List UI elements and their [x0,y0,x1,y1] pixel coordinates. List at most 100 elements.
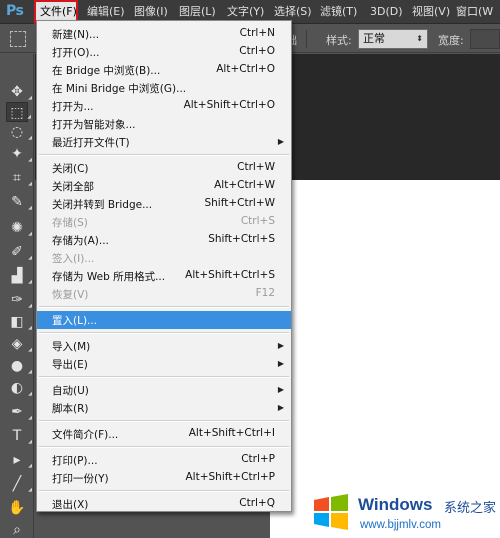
file-menu-item[interactable]: 自动(U) ▶ [37,381,291,399]
watermark-subtitle: 系统之家 [444,501,497,516]
brush-tool-icon[interactable]: ✐ ◢ [6,242,32,262]
blur-tool-icon[interactable]: ● ◢ [6,356,32,376]
tool-glyph: ✺ [11,220,23,236]
updown-arrow-icon: ⬍ [416,34,423,43]
file-menu-item[interactable]: 置入(L)... [37,311,291,329]
menu-separator [39,154,289,156]
menu-item[interactable]: 窗口(W [452,0,500,24]
eraser-tool-icon[interactable]: ◧ ◢ [6,312,32,332]
menu-separator [39,306,289,308]
tool-glyph: ⌕ [13,522,21,538]
spot-healing-tool-icon[interactable]: ✺ ◢ [6,218,32,238]
zoom-tool-icon[interactable]: ⌕ [6,520,28,538]
menu-item-label: 打印一份(Y) [52,473,109,485]
tool-group-corner-icon: ◢ [28,369,32,375]
path-selection-tool-icon[interactable]: ▸ ◢ [6,450,32,470]
file-menu-item[interactable]: 最近打开文件(T) ▶ [37,133,291,151]
menu-item-shortcut: Alt+Shift+Ctrl+S [185,269,275,281]
menu-item-label: 退出(X) [52,499,89,511]
tool-group-corner-icon: ◢ [28,95,32,101]
line-tool-icon[interactable]: ╱ ◢ [6,474,32,494]
file-menu-item[interactable]: 关闭并转到 Bridge... Shift+Ctrl+W [37,195,291,213]
tool-group-corner-icon: ◢ [27,114,31,120]
menu-item-label: 自动(U) [52,385,89,397]
tool-group-corner-icon: ◢ [28,255,32,261]
move-tool-icon[interactable]: ✥ ◢ [6,82,32,102]
file-menu-item[interactable]: 在 Mini Bridge 中浏览(G)... [37,79,291,97]
menu-item[interactable]: 滤镜(T) [316,0,362,24]
file-menu-item[interactable]: 关闭全部 Alt+Ctrl+W [37,177,291,195]
file-menu-item[interactable]: 文件简介(F)... Alt+Shift+Ctrl+I [37,425,291,443]
file-menu-item[interactable]: 打印一份(Y) Alt+Shift+Ctrl+P [37,469,291,487]
history-brush-tool-icon[interactable]: ✑ ◢ [6,290,32,310]
watermark: Windows 系统之家 www.bjjmlv.com [310,490,500,538]
quick-selection-tool-icon[interactable]: ✦ ◢ [6,144,32,164]
menu-item-shortcut: Alt+Shift+Ctrl+I [188,427,275,439]
tool-group-corner-icon: ◢ [28,181,32,187]
file-menu-item[interactable]: 新建(N)... Ctrl+N [37,25,291,43]
file-menu-dropdown: 新建(N)... Ctrl+N 打开(O)... Ctrl+O 在 Bridge 中浏览… [36,20,292,512]
file-menu-item[interactable]: 导出(E) ▶ [37,355,291,373]
menu-item-label: 打开(O)... [52,47,100,59]
tool-group-corner-icon: ◢ [28,391,32,397]
marquee-preset-icon[interactable] [10,31,26,47]
menu-item-label: 导出(E) [52,359,88,371]
file-menu-item[interactable]: 在 Bridge 中浏览(B)... Alt+Ctrl+O [37,61,291,79]
pen-tool-icon[interactable]: ✒ ◢ [6,402,32,422]
menu-item-shortcut: Ctrl+N [239,27,275,39]
file-menu-item: 恢复(V) F12 [37,285,291,303]
tool-glyph: ✎ [11,194,23,210]
submenu-arrow-icon: ▶ [277,341,284,350]
file-menu-item[interactable]: 退出(X) Ctrl+Q [37,495,291,513]
menu-item[interactable]: 视图(V) [408,0,450,24]
paint-bucket-tool-icon[interactable]: ◈ ◢ [6,334,32,354]
hand-tool-icon[interactable]: ✋ [6,498,28,518]
tool-group-corner-icon: ◢ [28,347,32,353]
submenu-arrow-icon: ▶ [277,137,284,146]
logo-blue-pane [314,513,329,527]
width-input[interactable] [470,29,500,49]
menu-item-label: 新建(N)... [52,29,100,41]
tool-panel: ✥ ◢ ⬚ ◢ ◌ ◢ ✦ ◢ ⌗ ◢ ✎ ◢ ✺ ◢ ✐ ◢ ▟ ◢ ✑ ◢ ◧ ◢ ◈ ◢ ● ◢ ◐ ◢ ✒ ◢ T ◢ ▸ ◢ ╱ ◢ ✋ ⌕ [0,54,34,538]
file-menu-item[interactable]: 脚本(R) ▶ [37,399,291,417]
menu-separator [39,446,289,448]
photoshop-logo: Ps [6,3,24,19]
submenu-arrow-icon: ▶ [277,359,284,368]
menu-item[interactable]: 3D(D) [366,0,405,24]
menu-item-shortcut: Alt+Ctrl+W [214,179,275,191]
menu-item-label: 关闭(C) [52,163,89,175]
menu-item-label: 导入(M) [52,341,91,353]
menu-item-label: 签入(I)... [52,253,95,265]
tool-group-corner-icon: ◢ [28,205,32,211]
tool-glyph: ✒ [11,404,23,420]
file-menu-item[interactable]: 存储为 Web 所用格式... Alt+Shift+Ctrl+S [37,267,291,285]
menu-item-shortcut: Alt+Shift+Ctrl+O [183,99,275,111]
tool-glyph: ✐ [11,244,23,260]
marquee-tool-icon[interactable]: ⬚ ◢ [6,102,31,122]
dodge-tool-icon[interactable]: ◐ ◢ [6,378,32,398]
menu-item-label: 脚本(R) [52,403,89,415]
type-tool-icon[interactable]: T ◢ [6,426,32,446]
crop-tool-icon[interactable]: ⌗ ◢ [6,168,32,188]
watermark-url: www.bjjmlv.com [360,519,441,531]
menu-item-label: 关闭并转到 Bridge... [52,199,153,211]
style-select[interactable]: 正常 ⬍ [358,29,428,49]
file-menu-item[interactable]: 打开为... Alt+Shift+Ctrl+O [37,97,291,115]
tool-glyph: ╱ [12,476,22,492]
tool-glyph: ● [10,358,24,374]
file-menu-item[interactable]: 打开(O)... Ctrl+O [37,43,291,61]
menu-item-label: 恢复(V) [52,289,89,301]
file-menu-item: 签入(I)... [37,249,291,267]
clone-stamp-tool-icon[interactable]: ▟ ◢ [6,266,32,286]
document-canvas[interactable] [270,180,500,538]
file-menu-item[interactable]: 打开为智能对象... [37,115,291,133]
menu-item-label: 打开为智能对象... [52,119,136,131]
lasso-tool-icon[interactable]: ◌ ◢ [6,122,32,142]
file-menu-item[interactable]: 打印(P)... Ctrl+P [37,451,291,469]
menu-separator [39,490,289,492]
file-menu-item[interactable]: 关闭(C) Ctrl+W [37,159,291,177]
file-menu-item[interactable]: 存储为(A)... Shift+Ctrl+S [37,231,291,249]
file-menu-item[interactable]: 导入(M) ▶ [37,337,291,355]
watermark-title: Windows [358,495,433,514]
eyedropper-tool-icon[interactable]: ✎ ◢ [6,192,32,212]
